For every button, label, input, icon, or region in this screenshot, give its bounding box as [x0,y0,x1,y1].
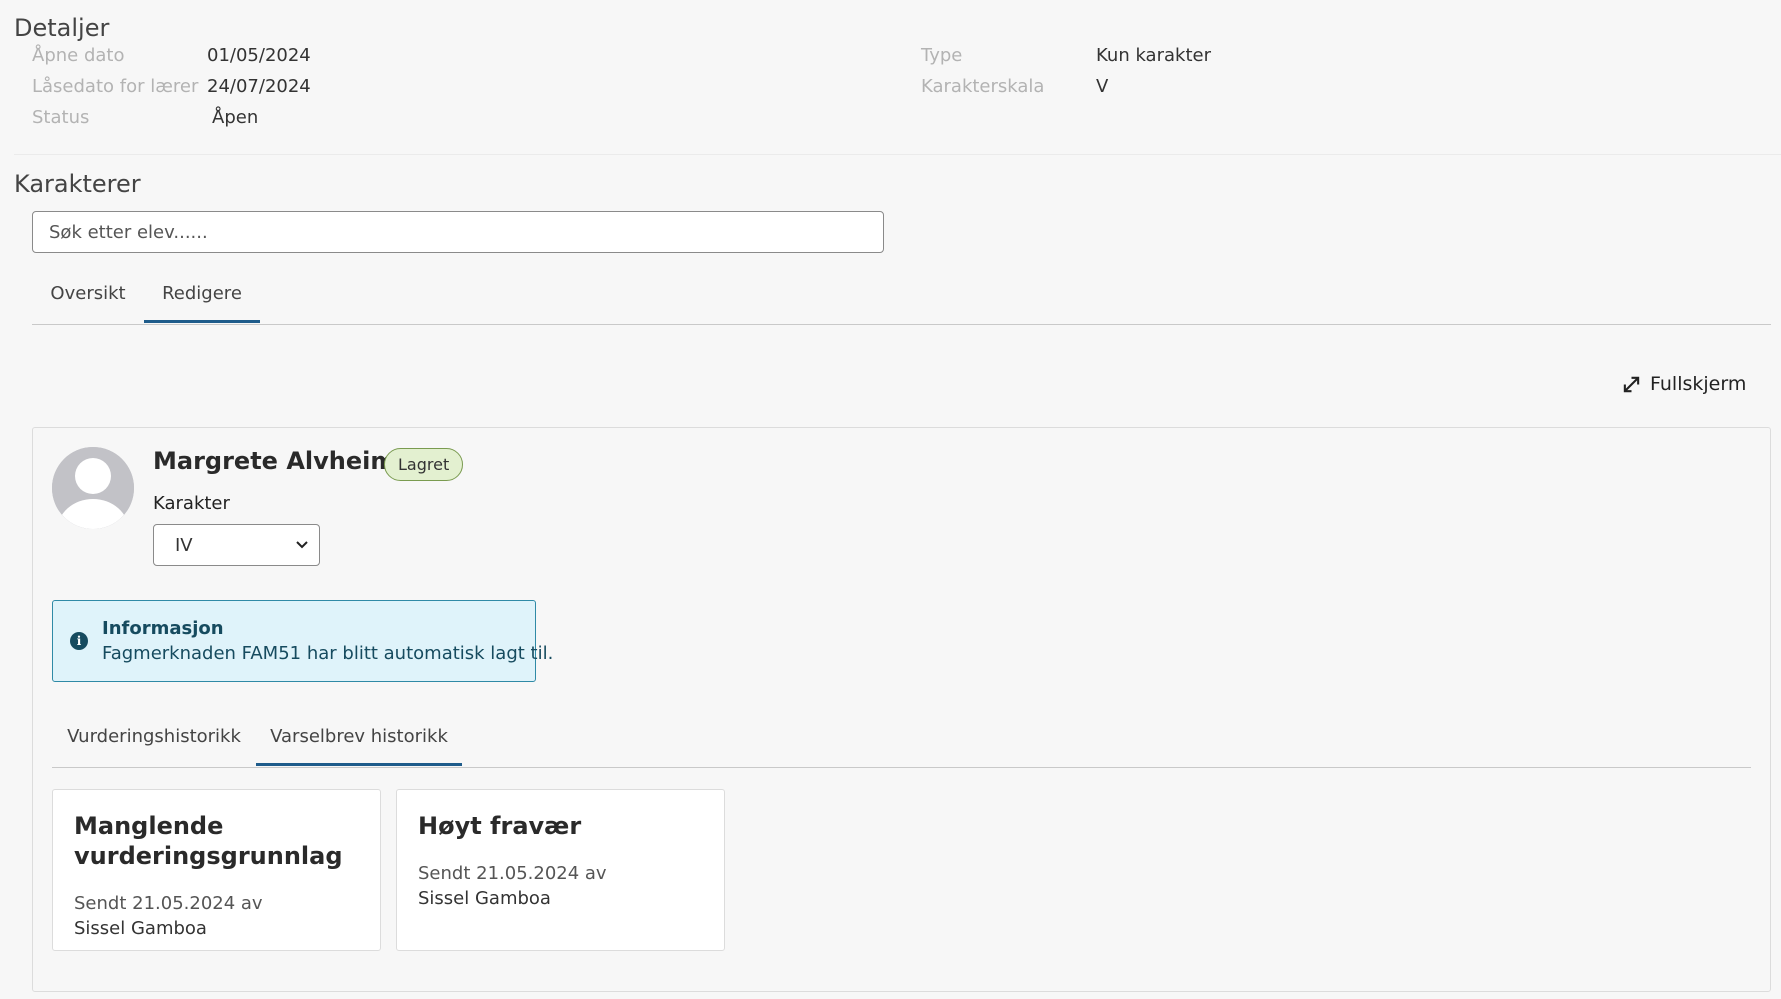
tab-warning-letter-history[interactable]: Varselbrev historikk [256,726,462,747]
expand-arrows-icon [1623,376,1640,392]
student-name: Margrete Alvheim [153,447,396,475]
info-icon: i [70,632,88,650]
student-search-input[interactable] [32,211,884,253]
details-heading: Detaljer [14,14,110,42]
status-value: Åpen [212,107,259,128]
history-tabs-baseline [52,767,1751,768]
open-date-label: Åpne dato [32,45,125,66]
grade-scale-label: Karakterskala [921,76,1045,97]
grade-field-label: Karakter [153,493,230,514]
grade-select[interactable]: IV [153,524,320,566]
lock-date-value: 24/07/2024 [207,76,311,97]
tabs-baseline [32,324,1771,325]
tab-edit[interactable]: Redigere [144,283,260,304]
open-date-value: 01/05/2024 [207,45,311,66]
tab-assessment-history[interactable]: Vurderingshistorikk [52,726,256,747]
grade-select-value: IV [175,534,193,556]
history-active-tab-indicator [256,763,462,766]
warning-letter-sent: Sendt 21.05.2024 av [74,893,263,914]
grades-heading: Karakterer [14,170,141,198]
warning-letter-sender: Sissel Gamboa [74,918,207,939]
lock-date-label: Låsedato for lærer [32,76,199,97]
status-label: Status [32,107,90,128]
info-title: Informasjon [102,618,224,639]
tab-overview[interactable]: Oversikt [32,283,144,304]
fullscreen-button[interactable]: Fullskjerm [1622,373,1746,395]
info-text: Fagmerknaden FAM51 har blitt automatisk … [102,643,554,664]
warning-letter-sent: Sendt 21.05.2024 av [418,863,607,884]
saved-status-badge: Lagret [384,448,464,481]
warning-letter-title: Manglende vurderingsgrunnlag [74,812,343,870]
user-avatar-icon [52,447,134,529]
grade-scale-value: V [1096,76,1109,97]
active-tab-indicator [144,320,260,323]
fullscreen-label: Fullskjerm [1650,373,1747,395]
section-divider [14,154,1781,155]
type-value: Kun karakter [1096,45,1211,66]
warning-letter-card[interactable]: Høyt fravær Sendt 21.05.2024 av Sissel G… [396,789,725,951]
warning-letter-title: Høyt fravær [418,812,582,840]
warning-letter-card[interactable]: Manglende vurderingsgrunnlag Sendt 21.05… [52,789,381,951]
type-label: Type [921,45,963,66]
info-alert: i Informasjon Fagmerknaden FAM51 har bli… [52,600,553,682]
warning-letter-sender: Sissel Gamboa [418,888,551,909]
chevron-down-icon [296,541,308,549]
